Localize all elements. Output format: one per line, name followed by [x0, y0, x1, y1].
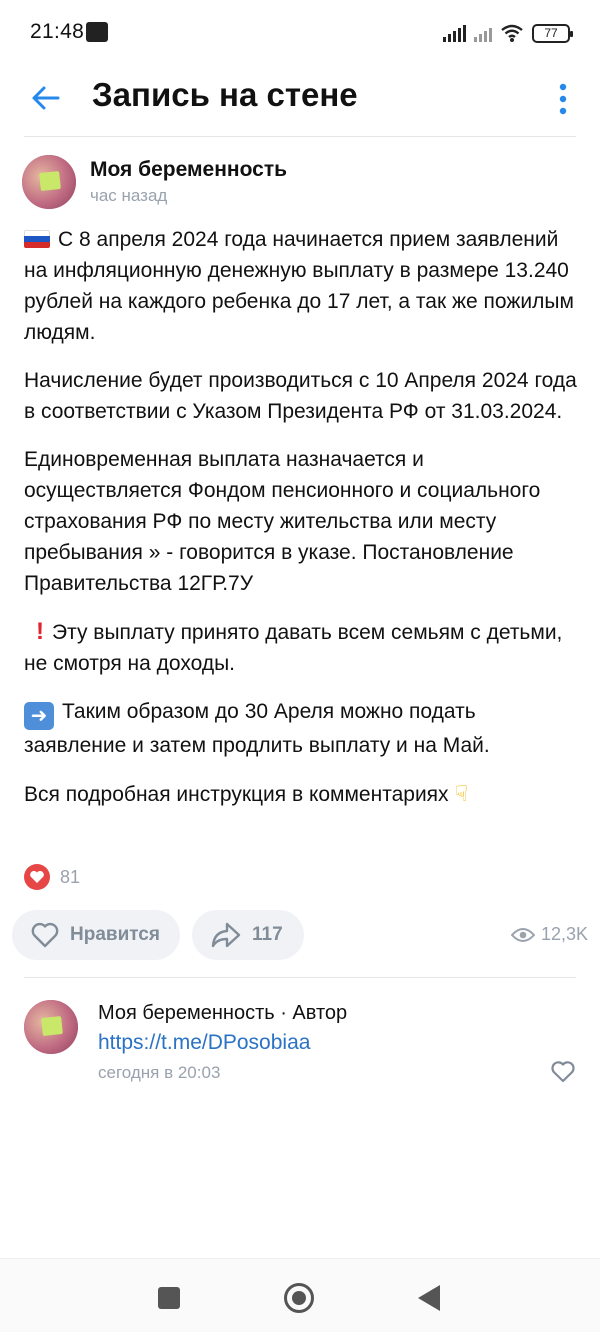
like-label: Нравится — [70, 924, 160, 945]
notification-app-icon — [86, 22, 108, 42]
russia-flag-icon — [24, 230, 50, 248]
post-actions: Нравится 117 12,3K — [12, 910, 588, 960]
exclamation-icon: ! — [36, 618, 44, 645]
top-app-bar: Запись на стене — [0, 70, 600, 136]
status-time: 21:48 — [30, 20, 85, 43]
signal-2-icon — [474, 24, 492, 42]
post-paragraph: Начисление будет производиться с 10 Апре… — [24, 369, 577, 423]
home-icon[interactable] — [284, 1283, 314, 1313]
heart-icon — [31, 922, 59, 948]
share-button[interactable]: 117 — [192, 910, 304, 960]
system-nav-bar — [0, 1258, 600, 1332]
heart-reaction-icon — [24, 864, 50, 890]
post-paragraph: Вся подробная инструкция в комментариях ☟ — [24, 778, 580, 810]
recents-icon[interactable] — [158, 1287, 180, 1309]
more-vertical-icon[interactable] — [553, 80, 573, 118]
views-count: 12,3K — [540, 924, 588, 944]
wifi-icon — [501, 24, 523, 42]
share-count: 117 — [252, 924, 283, 945]
post-author-avatar[interactable] — [22, 155, 76, 209]
status-icons: 77 — [443, 22, 573, 44]
comment-author-avatar[interactable] — [24, 1000, 78, 1054]
like-button[interactable]: Нравится — [12, 910, 180, 960]
pointing-down-icon: ☟ — [454, 781, 468, 806]
comment-author-name[interactable]: Моя беременность · Автор — [98, 1002, 347, 1025]
post-paragraph: ! Эту выплату принято давать всем семьям … — [24, 618, 563, 675]
battery-icon: 77 — [532, 23, 573, 43]
status-bar: 21:48 77 — [0, 0, 600, 70]
post-author-name[interactable]: Моя беременность — [90, 158, 287, 182]
post-time: час назад — [90, 186, 168, 205]
post-paragraph: С 8 апреля 2024 года начинается прием за… — [24, 228, 574, 344]
post-paragraph: ➜ Таким образом до 30 Ареля можно подать … — [24, 700, 490, 757]
signal-icon — [443, 24, 466, 42]
comments-divider — [24, 977, 576, 978]
post-text: С 8 апреля 2024 года начинается прием за… — [24, 224, 580, 827]
header-divider — [24, 136, 576, 137]
arrow-left-icon[interactable] — [26, 78, 66, 118]
page-title: Запись на стене — [92, 76, 358, 113]
share-icon — [211, 922, 241, 948]
post-paragraph: Единовременная выплата назначается и осу… — [24, 448, 541, 595]
comment-link[interactable]: https://t.me/DPosobiaa — [98, 1031, 310, 1055]
arrow-right-icon: ➜ — [24, 702, 54, 730]
comment-time: сегодня в 20:03 — [98, 1063, 221, 1082]
comment-like-icon[interactable] — [550, 1060, 576, 1084]
views-counter: 12,3K — [510, 924, 588, 945]
eye-icon — [510, 927, 535, 942]
reactions-summary[interactable]: 81 — [24, 862, 80, 892]
back-triangle-icon[interactable] — [418, 1285, 440, 1311]
battery-level: 77 — [544, 26, 558, 40]
reaction-count: 81 — [60, 866, 81, 887]
